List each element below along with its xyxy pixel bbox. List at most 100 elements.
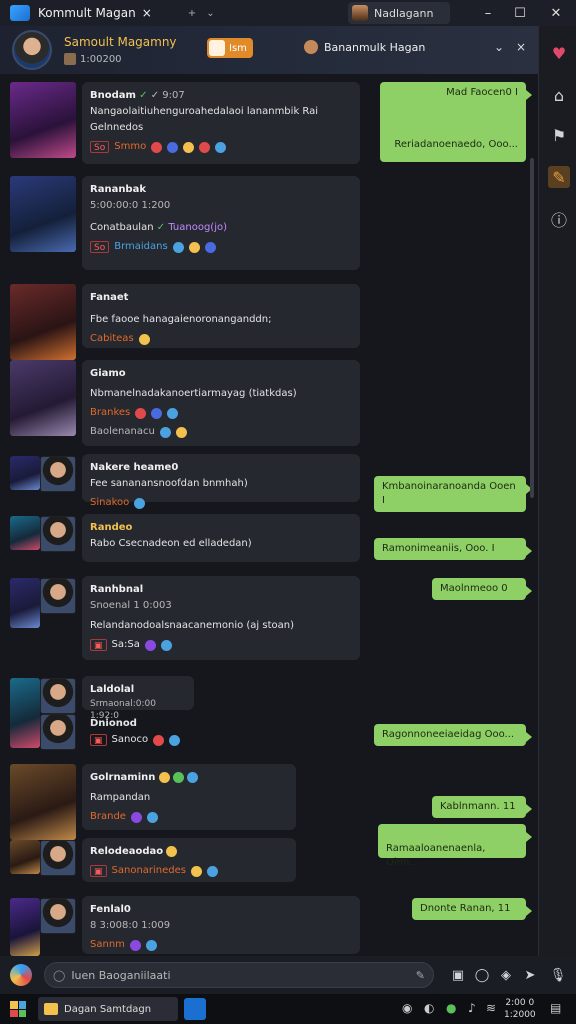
message-thumbnail[interactable] bbox=[10, 578, 40, 628]
group-title[interactable]: Bananmulk Hagan bbox=[304, 40, 425, 54]
avatar[interactable] bbox=[40, 516, 76, 552]
message-inline[interactable]: Dnionod ▣ Sanoco bbox=[90, 716, 181, 748]
message-thumbnail[interactable] bbox=[10, 456, 40, 490]
message-thumbnail[interactable] bbox=[10, 82, 76, 158]
outgoing-message[interactable]: Ramonimeaniis, Ooo. I bbox=[374, 538, 532, 560]
gift-icon[interactable]: ◈ bbox=[496, 965, 516, 985]
reaction-icon[interactable] bbox=[160, 639, 172, 651]
reaction-icon[interactable] bbox=[138, 333, 150, 345]
reaction-icon[interactable] bbox=[145, 939, 157, 951]
reaction-icon[interactable] bbox=[130, 811, 142, 823]
message-card[interactable]: Fenlal0 8 3:008:0 1:009 Sannm bbox=[82, 896, 360, 954]
message-card[interactable]: Nakere heame0 Fee sananansnoofdan bnmhah… bbox=[82, 454, 360, 509]
reaction-icon[interactable] bbox=[158, 771, 170, 783]
reaction-icon[interactable] bbox=[207, 865, 219, 877]
taskbar-window[interactable]: Dagan Samtdagn bbox=[38, 997, 178, 1021]
reaction-icon[interactable] bbox=[167, 141, 179, 153]
contact-avatar[interactable] bbox=[12, 30, 52, 70]
flag-icon[interactable]: ⚑ bbox=[548, 124, 570, 146]
reaction-icon[interactable] bbox=[199, 141, 211, 153]
reaction-icon[interactable] bbox=[172, 771, 184, 783]
volume-icon[interactable]: ♪ bbox=[468, 1001, 476, 1015]
reaction-icon[interactable] bbox=[215, 141, 227, 153]
message-card[interactable]: Rananbak 5:00:00:0 1:200 Conatbaulan ✓ T… bbox=[82, 176, 360, 270]
close-icon[interactable]: × bbox=[516, 40, 526, 54]
message-thumbnail[interactable] bbox=[10, 516, 40, 550]
outgoing-message[interactable]: Maolnmeoo 0 bbox=[432, 578, 532, 600]
reaction-icon[interactable] bbox=[183, 141, 195, 153]
reaction-icon[interactable] bbox=[134, 497, 146, 509]
message-thumbnail[interactable] bbox=[10, 898, 40, 956]
message-card[interactable]: Ranhbnal Snoenal 1 0:003 Relandanodoalsn… bbox=[82, 576, 360, 660]
message-card[interactable]: Relodeaodao ▣ Sanonarinedes bbox=[82, 838, 296, 882]
home-icon[interactable]: ⌂ bbox=[548, 84, 570, 106]
message-input[interactable]: ◯ Iuen Baoganiilaati ✎ bbox=[44, 962, 434, 988]
reaction-icon[interactable] bbox=[191, 865, 203, 877]
edit-icon[interactable]: ✎ bbox=[548, 166, 570, 188]
outgoing-message[interactable]: Kmbanoinaranoanda Ooen I bbox=[374, 476, 532, 512]
outgoing-message[interactable]: Kablnmann. 11 bbox=[432, 796, 532, 818]
reaction-icon[interactable] bbox=[166, 845, 178, 857]
send-icon[interactable]: ➤ bbox=[520, 965, 540, 985]
favorite-icon[interactable]: ♥ bbox=[548, 42, 570, 64]
minimize-button[interactable]: – bbox=[472, 0, 504, 26]
reaction-icon[interactable] bbox=[129, 939, 141, 951]
tab-close-icon[interactable]: × bbox=[142, 6, 152, 20]
clock[interactable]: 2:00 0 1:2000 bbox=[504, 997, 536, 1021]
message-thumbnail[interactable] bbox=[10, 176, 76, 252]
avatar[interactable] bbox=[40, 678, 76, 714]
message-card[interactable]: Giamo Nbmanelnadakanoertiarmayag (tiatkd… bbox=[82, 360, 360, 446]
message-thumbnail[interactable] bbox=[10, 764, 76, 840]
reaction-icon[interactable] bbox=[188, 241, 200, 253]
outgoing-message[interactable]: Dnonte Ranan, 11 bbox=[412, 898, 532, 920]
reaction-icon[interactable] bbox=[153, 734, 165, 746]
reaction-icon[interactable] bbox=[151, 141, 163, 153]
info-icon[interactable]: ⓘ bbox=[548, 208, 570, 230]
sticker-icon[interactable]: ◯ bbox=[472, 965, 492, 985]
message-card[interactable]: Bnodam ✓ ✓ 9:07 Nangaolaitiuhenguroaheda… bbox=[82, 82, 360, 164]
window-tab[interactable]: Kommult Magan × bbox=[38, 6, 152, 20]
message-card[interactable]: Laldolal Srmaonal:0:00 1:92:0 bbox=[82, 676, 194, 721]
chat-area[interactable]: Bnodam ✓ ✓ 9:07 Nangaolaitiuhenguroaheda… bbox=[0, 74, 538, 956]
new-tab-button[interactable]: + bbox=[188, 8, 196, 19]
reaction-icon[interactable] bbox=[144, 639, 156, 651]
tab-menu-button[interactable]: ⌄ bbox=[206, 8, 214, 19]
outgoing-message[interactable]: Ramaaloanenaenla, Oinn... bbox=[378, 824, 532, 868]
message-thumbnail[interactable] bbox=[10, 360, 76, 436]
reaction-icon[interactable] bbox=[175, 426, 187, 438]
profile-switcher[interactable]: Nadlagann bbox=[348, 2, 450, 24]
avatar[interactable] bbox=[40, 456, 76, 492]
record-icon[interactable]: ◉ bbox=[402, 1001, 412, 1015]
reaction-icon[interactable] bbox=[186, 771, 198, 783]
emoji-picker-icon[interactable] bbox=[10, 964, 32, 986]
reaction-icon[interactable] bbox=[169, 734, 181, 746]
reaction-icon[interactable] bbox=[204, 241, 216, 253]
message-card[interactable]: Golrnaminn Rampandan Brande bbox=[82, 764, 296, 830]
chevron-down-icon[interactable]: ⌄ bbox=[494, 40, 504, 54]
avatar[interactable] bbox=[40, 898, 76, 934]
avatar[interactable] bbox=[40, 840, 76, 876]
app-icon[interactable] bbox=[184, 998, 206, 1020]
wifi-icon[interactable]: ≋ bbox=[486, 1001, 496, 1015]
attach-icon[interactable]: ✎ bbox=[416, 969, 425, 982]
message-card[interactable]: Randeo Rabo Csecnadeon ed elladedan) bbox=[82, 514, 360, 562]
message-thumbnail[interactable] bbox=[10, 840, 40, 874]
image-icon[interactable]: ▣ bbox=[448, 965, 468, 985]
message-thumbnail[interactable] bbox=[10, 678, 40, 748]
close-window-button[interactable]: ✕ bbox=[540, 0, 572, 26]
scrollbar[interactable] bbox=[530, 158, 534, 498]
reaction-icon[interactable] bbox=[146, 811, 158, 823]
reaction-icon[interactable] bbox=[167, 407, 179, 419]
outgoing-message[interactable]: Ragonnoneeiaeidag Ooo... bbox=[374, 724, 532, 746]
restore-button[interactable]: ☐ bbox=[504, 0, 536, 26]
network-icon[interactable]: ◐ bbox=[424, 1001, 434, 1015]
message-card[interactable]: Fanaet Fbe faooe hanagaienoronanganddn; … bbox=[82, 284, 360, 348]
reaction-icon[interactable] bbox=[151, 407, 163, 419]
outgoing-message[interactable]: Mad Faocen0 I Reriadanoenaedo, Ooo... bbox=[380, 82, 532, 162]
reaction-icon[interactable] bbox=[159, 426, 171, 438]
notification-icon[interactable]: ▤ bbox=[550, 1001, 561, 1015]
start-menu-icon[interactable] bbox=[10, 1001, 26, 1017]
wechat-icon[interactable]: ● bbox=[446, 1001, 456, 1015]
avatar[interactable] bbox=[40, 578, 76, 614]
reaction-icon[interactable] bbox=[135, 407, 147, 419]
